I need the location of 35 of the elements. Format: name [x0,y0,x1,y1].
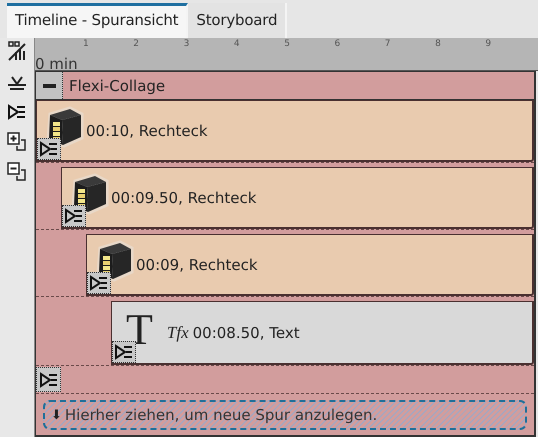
ruler-start-label: 0 min [35,55,78,73]
down-arrow-icon: ⬇ [51,408,62,422]
tab[interactable]: Timeline - Spuransicht [7,3,188,38]
triangle-lines-icon[interactable] [62,205,86,227]
tick-label: 6 [334,39,340,49]
clip-label: 00:09.50, Rechteck [111,188,256,206]
triangle-lines-icon[interactable] [87,272,111,294]
triangle-lines-icon[interactable] [37,138,61,160]
drop-zone-label: Hierher ziehen, um neue Spur anzulegen. [64,406,378,424]
tick-label: 9 [485,39,492,49]
triangle-lines-icon[interactable] [36,367,61,392]
clip-label: 00:10, Rechteck [86,122,208,140]
tick-label: 7 [384,39,391,49]
clip[interactable]: 00:10, Rechteck [36,100,534,162]
clip[interactable]: T Tfx 00:08.50, Text [111,301,534,365]
collage-title: Flexi-Collage [68,76,166,94]
align-tool-icon[interactable] [7,75,27,91]
tick-label: 5 [284,39,290,49]
drop-zone[interactable]: ⬇ Hierher ziehen, um neue Spur anzulegen. [43,400,527,430]
tick-label: 3 [184,39,190,49]
clip[interactable]: 00:09, Rechteck [86,234,534,296]
clip[interactable]: 00:09.50, Rechteck [61,167,534,229]
ruler-tool-icon[interactable] [7,41,27,61]
tick-label: 8 [435,39,441,49]
triangle-lines-icon[interactable] [7,104,27,120]
tick-label: 1 [83,39,89,49]
expand-all-icon[interactable] [7,132,27,152]
clip-label: 00:08.50, Text [192,324,300,342]
collapse-button[interactable] [36,72,63,99]
text-effect-mark: Tfx [166,322,189,342]
clip-label: 00:09, Rechteck [136,256,258,274]
text-glyph: T [126,308,153,352]
tick-label: 2 [133,39,140,49]
tick-label: 4 [234,39,240,49]
collapse-all-icon[interactable] [7,162,27,182]
